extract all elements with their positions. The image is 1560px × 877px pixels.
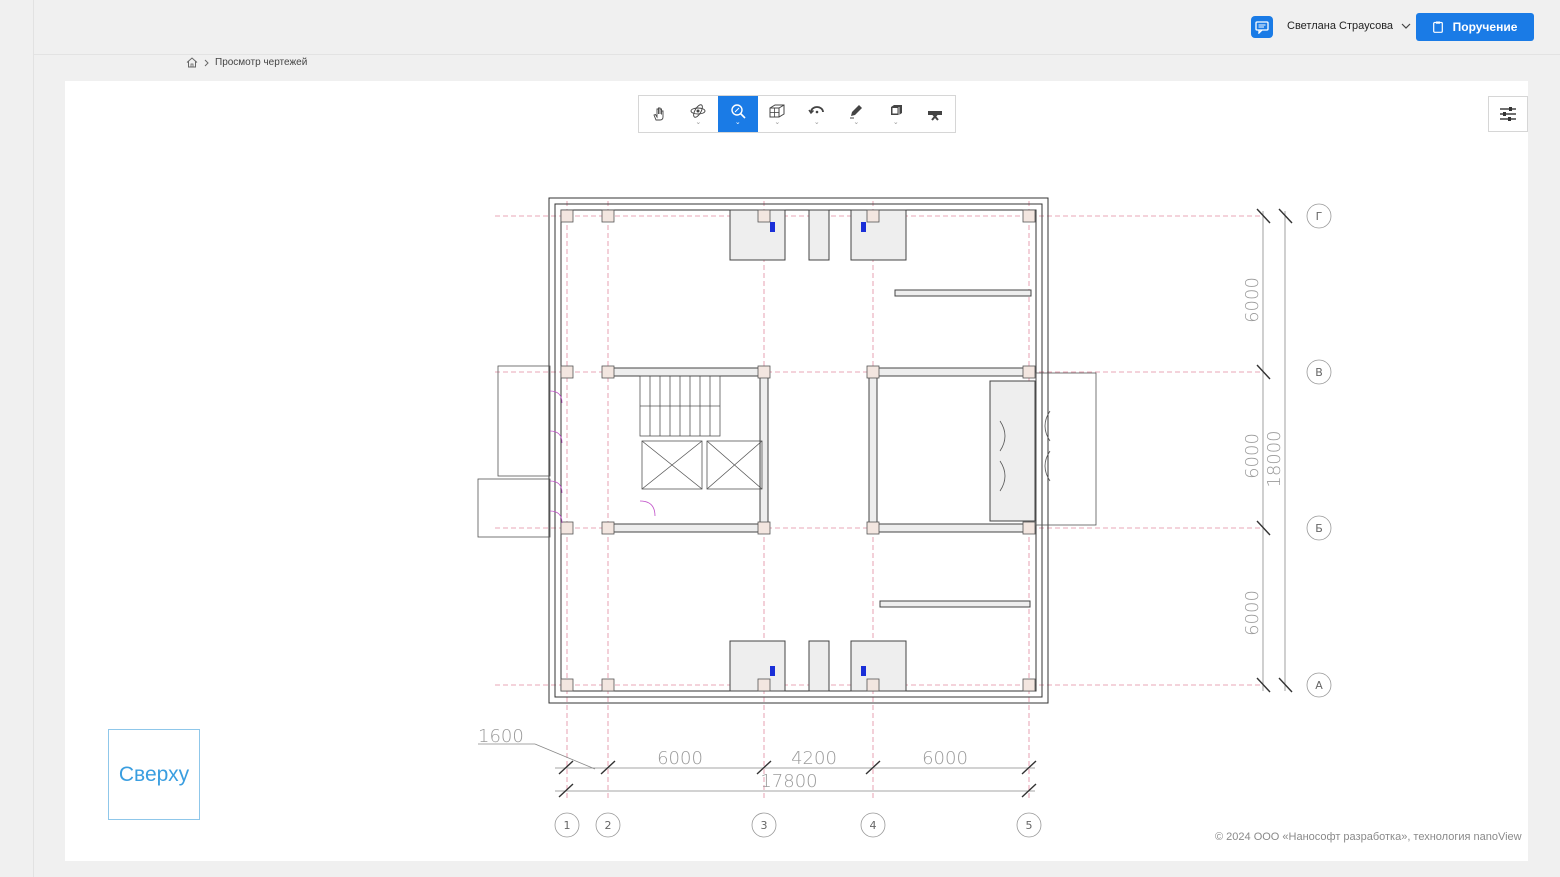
home-icon[interactable] bbox=[186, 57, 198, 68]
dimension-label: 4200 bbox=[791, 748, 837, 769]
settings-button[interactable] bbox=[1488, 96, 1528, 132]
blue-fixtures bbox=[770, 222, 866, 676]
dimension-label: 6000 bbox=[1242, 590, 1263, 636]
user-name: Светлана Страусова bbox=[1287, 20, 1394, 32]
task-button[interactable]: Поручение bbox=[1416, 13, 1534, 41]
axis-label: 2 bbox=[605, 819, 612, 832]
chevron-down-icon: ⌄ bbox=[892, 118, 899, 126]
chevron-right-icon bbox=[204, 59, 209, 66]
view-cube-label: Сверху bbox=[118, 762, 190, 786]
chat-button[interactable] bbox=[1251, 16, 1273, 38]
dimension-label: 6000 bbox=[657, 748, 703, 769]
user-menu[interactable]: Светлана Страусова bbox=[1287, 20, 1411, 32]
chevron-down-icon bbox=[1401, 23, 1411, 29]
section-box-icon bbox=[769, 104, 785, 117]
axis-label: В bbox=[1315, 366, 1323, 379]
axis-label: 5 bbox=[1026, 819, 1033, 832]
orbit-icon bbox=[690, 103, 706, 118]
tool-pan[interactable] bbox=[639, 96, 679, 132]
floor-plan-drawing: 1 2 3 4 5 Г В Б А 1600 6000 4200 6000 17… bbox=[477, 197, 1332, 838]
tool-orbit[interactable]: ⌄ bbox=[679, 96, 719, 132]
tool-clear[interactable] bbox=[916, 96, 956, 132]
dimension-label: 1600 bbox=[478, 726, 524, 747]
dimension-lines bbox=[478, 203, 1332, 838]
chevron-down-icon: ⌄ bbox=[813, 118, 820, 126]
tool-section[interactable]: ⌄ bbox=[758, 96, 798, 132]
tool-zoom[interactable]: ⌄ bbox=[718, 96, 758, 132]
zoom-icon bbox=[731, 103, 746, 119]
axis-label: Г bbox=[1316, 210, 1323, 223]
chevron-down-icon: ⌄ bbox=[695, 118, 702, 126]
view-cube-top[interactable]: Сверху bbox=[108, 729, 200, 820]
copyright: © 2024 ООО «Нанософт разработка», технол… bbox=[1215, 831, 1522, 843]
axis-label: 3 bbox=[761, 819, 768, 832]
dimension-labels: 1600 6000 4200 6000 17800 6000 6000 6000… bbox=[478, 277, 1285, 792]
task-button-label: Поручение bbox=[1452, 20, 1518, 34]
breadcrumb-current: Просмотр чертежей bbox=[215, 57, 308, 68]
breadcrumb: Просмотр чертежей bbox=[186, 57, 307, 68]
column-axis-labels: 1 2 3 4 5 bbox=[564, 819, 1033, 832]
clear-icon bbox=[928, 111, 943, 121]
dimension-label: 18000 bbox=[1264, 430, 1285, 487]
outer-walls bbox=[548, 197, 1049, 704]
chevron-down-icon: ⌄ bbox=[774, 118, 781, 126]
sliders-icon bbox=[1500, 107, 1516, 121]
view-toolbar: ⌄ ⌄ ⌄ ⌄ ⌄ ⌄ bbox=[638, 95, 956, 133]
interior-walls bbox=[607, 209, 1036, 692]
dimension-label: 6000 bbox=[922, 748, 968, 769]
rotate-icon bbox=[808, 105, 824, 114]
chevron-down-icon: ⌄ bbox=[734, 118, 741, 126]
axis-label: 1 bbox=[564, 819, 571, 832]
stair-and-elevators bbox=[639, 375, 763, 490]
axis-label: 4 bbox=[870, 819, 877, 832]
magenta-doors bbox=[549, 390, 656, 524]
tool-markup[interactable]: ⌄ bbox=[837, 96, 877, 132]
chat-icon bbox=[1255, 20, 1269, 34]
hand-icon bbox=[653, 107, 664, 121]
chevron-down-icon: ⌄ bbox=[853, 118, 860, 126]
clipboard-icon bbox=[1432, 21, 1443, 33]
layers-icon bbox=[890, 104, 902, 115]
dimension-label: 6000 bbox=[1242, 433, 1263, 479]
tool-rotate[interactable]: ⌄ bbox=[797, 96, 837, 132]
axis-label: Б bbox=[1315, 522, 1323, 535]
dimension-label: 17800 bbox=[760, 771, 817, 792]
dimension-label: 6000 bbox=[1242, 277, 1263, 323]
drawing-viewport[interactable]: 1 2 3 4 5 Г В Б А 1600 6000 4200 6000 17… bbox=[65, 81, 1528, 861]
axis-label: А bbox=[1315, 679, 1323, 692]
left-rail bbox=[0, 0, 34, 877]
pen-icon bbox=[850, 104, 863, 118]
columns bbox=[560, 209, 1036, 692]
row-axis-labels: Г В Б А bbox=[1315, 210, 1323, 692]
tool-layers[interactable]: ⌄ bbox=[876, 96, 916, 132]
